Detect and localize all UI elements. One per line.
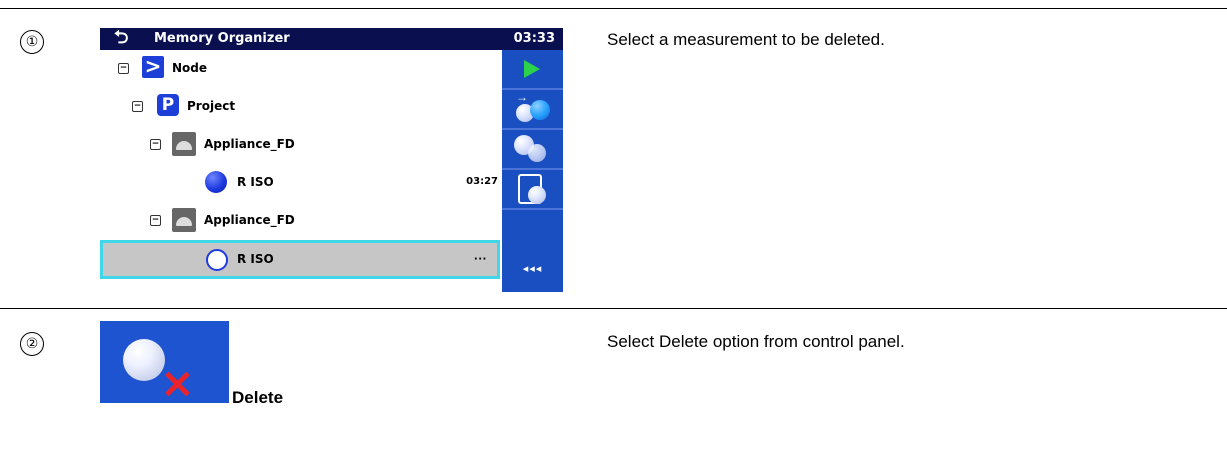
top-rule xyxy=(0,8,1227,9)
new-measurement-icon xyxy=(530,100,550,120)
clock: 03:33 xyxy=(513,31,555,46)
clone-button[interactable] xyxy=(502,130,563,170)
measurement-icon xyxy=(123,339,165,381)
node-icon: > xyxy=(142,56,164,78)
tree-item-label: R ISO xyxy=(237,175,274,189)
tree-item-measurement-selected[interactable]: R ISO ··· xyxy=(100,240,500,279)
step-2-number: ② xyxy=(20,332,44,356)
measurement-time: 03:27 xyxy=(466,176,498,187)
measurement-empty-icon xyxy=(206,249,228,271)
memory-tree: − > Node − P Project − Appliance_FD R IS… xyxy=(100,50,502,292)
collapse-icon[interactable]: − xyxy=(132,101,143,112)
appliance-icon xyxy=(172,132,196,156)
collapse-icon[interactable]: − xyxy=(118,63,129,74)
paste-icon xyxy=(528,186,546,204)
add-measurement-button[interactable]: → xyxy=(502,90,563,130)
measurement-done-icon xyxy=(205,171,227,193)
paste-button[interactable] xyxy=(502,170,563,210)
play-icon xyxy=(524,60,540,78)
screen-title: Memory Organizer xyxy=(154,31,290,46)
tree-item-label: R ISO xyxy=(237,252,274,266)
tree-item-appliance[interactable]: − Appliance_FD xyxy=(100,126,502,164)
step-1-description: Select a measurement to be deleted. xyxy=(607,30,885,49)
memory-organizer-screen: ⮌ Memory Organizer 03:33 − > Node − P Pr… xyxy=(100,28,563,292)
start-button[interactable] xyxy=(502,50,563,90)
collapse-icon[interactable]: − xyxy=(150,215,161,226)
tree-item-appliance[interactable]: − Appliance_FD xyxy=(100,202,502,240)
delete-cross-icon xyxy=(162,369,194,397)
control-panel: → ◂◂◂ xyxy=(502,50,563,292)
project-icon: P xyxy=(157,94,179,116)
delete-button[interactable] xyxy=(100,321,229,403)
step-1-number: ① xyxy=(20,30,44,54)
clone-icon xyxy=(528,144,546,162)
step-2-description: Select Delete option from control panel. xyxy=(607,332,905,351)
tree-item-project[interactable]: − P Project xyxy=(100,88,502,126)
tree-item-label: Node xyxy=(172,61,208,75)
tree-item-label: Appliance_FD xyxy=(204,213,295,227)
tree-item-label: Appliance_FD xyxy=(204,137,295,151)
mid-rule xyxy=(0,308,1227,309)
measurement-status: ··· xyxy=(474,251,487,266)
title-bar: ⮌ Memory Organizer 03:33 xyxy=(100,28,563,50)
delete-label: Delete xyxy=(232,388,284,407)
arrow-right-icon: → xyxy=(516,90,528,104)
panel-back-button[interactable]: ◂◂◂ xyxy=(502,250,563,288)
back-icon: ◂◂◂ xyxy=(522,262,543,275)
appliance-icon xyxy=(172,208,196,232)
tree-item-label: Project xyxy=(187,99,236,113)
tree-item-node[interactable]: − > Node xyxy=(100,50,502,88)
back-icon[interactable]: ⮌ xyxy=(114,28,128,48)
collapse-icon[interactable]: − xyxy=(150,139,161,150)
tree-item-measurement[interactable]: R ISO 03:27 xyxy=(100,164,502,202)
